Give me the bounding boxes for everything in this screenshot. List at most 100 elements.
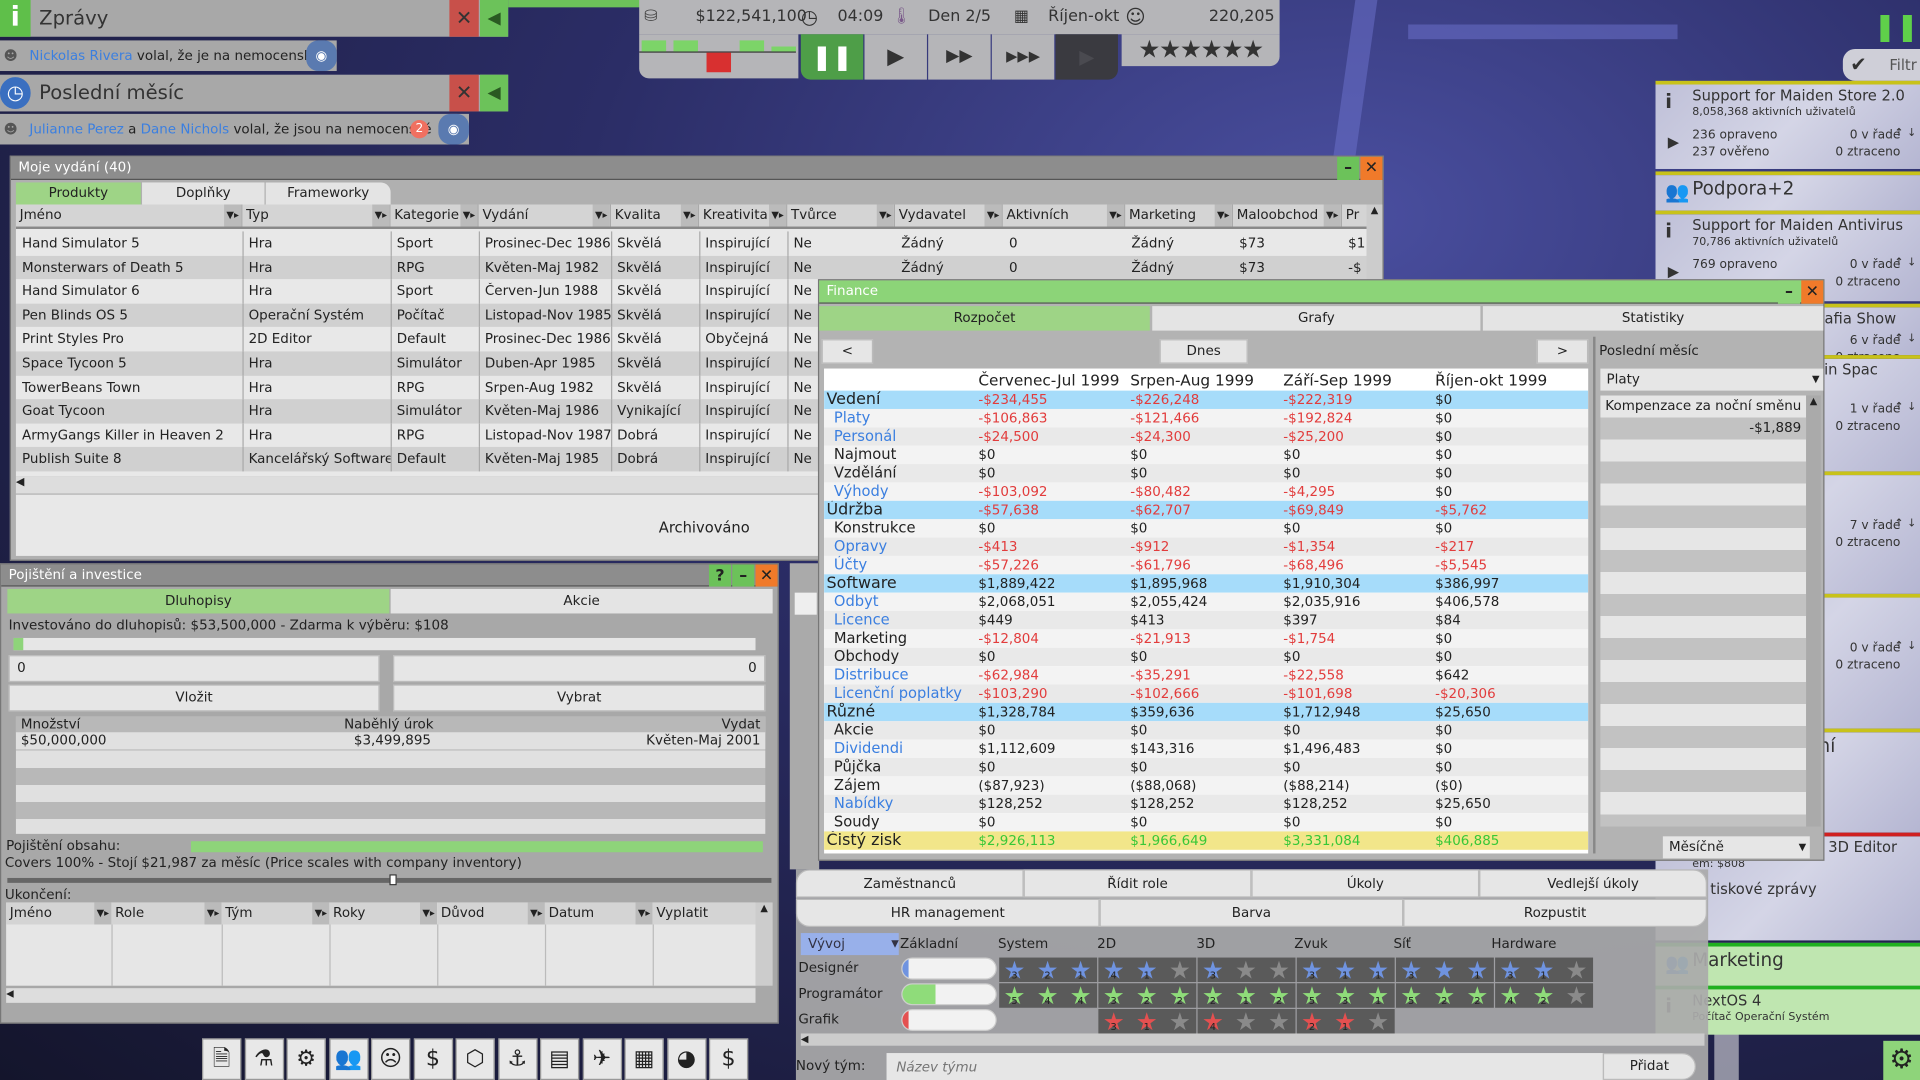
budget-row[interactable]: Zájem ($87,923) ($88,068) ($88,214) ($0) bbox=[824, 776, 1589, 795]
pause-indicator-icon[interactable]: ❚❚ bbox=[1873, 12, 1918, 43]
role-allocation-slider[interactable] bbox=[901, 983, 997, 1006]
priority-arrows-icon[interactable]: ↑ ↓ bbox=[1894, 128, 1916, 140]
tab-frameworks[interactable]: Frameworky bbox=[265, 182, 391, 205]
server-icon[interactable]: ▤ bbox=[540, 1038, 580, 1080]
filter-icon[interactable]: ▼▸ bbox=[680, 204, 698, 227]
budget-row[interactable]: Půjčka $0 $0 $0 $0 bbox=[824, 757, 1589, 777]
withdraw-button[interactable]: Vybrat bbox=[393, 684, 766, 712]
content-insurance-slider[interactable] bbox=[191, 841, 763, 853]
priority-arrows-icon[interactable]: ↑ ↓ bbox=[1894, 402, 1916, 414]
close-button[interactable]: ✕ bbox=[1801, 280, 1824, 304]
cashflow-mini-chart[interactable] bbox=[639, 34, 799, 79]
notification-message[interactable]: ☻ Nickolas Rivera volal, že je na nemoce… bbox=[0, 40, 337, 72]
withdraw-amount-input[interactable]: 0 bbox=[393, 655, 766, 683]
budget-row[interactable]: Personál -$24,500 -$24,300 -$25,200 $0 bbox=[824, 427, 1589, 446]
fast-forward-button[interactable]: ▶▶ bbox=[928, 34, 991, 80]
filter-toggle[interactable]: ✔ Filtr bbox=[1842, 48, 1920, 81]
close-icon[interactable]: ✕ bbox=[449, 74, 479, 112]
minimize-button[interactable]: – bbox=[1337, 156, 1360, 181]
horizontal-scrollbar[interactable]: ◀ bbox=[6, 988, 756, 1003]
settings-gear-icon[interactable]: ⚙ bbox=[1883, 1040, 1920, 1080]
filter-icon[interactable]: ▼▸ bbox=[1323, 204, 1341, 227]
row-label[interactable]: Licence bbox=[834, 611, 890, 629]
budget-row[interactable]: Najmout $0 $0 $0 $0 bbox=[824, 445, 1589, 465]
filter-icon[interactable]: ▼▸ bbox=[1106, 204, 1125, 227]
column-header[interactable]: Aktivních ▼▸ bbox=[1002, 204, 1126, 227]
filter-icon[interactable]: ▼▸ bbox=[94, 902, 112, 925]
staff-icon[interactable]: 👥 bbox=[328, 1038, 368, 1080]
column-header[interactable]: Jméno ▼▸ bbox=[6, 902, 112, 925]
amount-slider[interactable] bbox=[13, 637, 756, 651]
team-action-button[interactable]: Úkoly bbox=[1251, 869, 1480, 898]
archived-label[interactable]: Archivováno bbox=[659, 519, 750, 536]
role-allocation-slider[interactable] bbox=[901, 1008, 997, 1032]
team-action-button[interactable]: HR management bbox=[795, 898, 1100, 927]
next-period-button[interactable]: > bbox=[1536, 339, 1589, 364]
pause-button[interactable]: ❚❚ bbox=[800, 34, 864, 80]
budget-row[interactable]: Licenční poplatky -$103,290 -$102,666 -$101… bbox=[824, 684, 1589, 703]
minimize-button[interactable]: – bbox=[732, 564, 755, 587]
task-card[interactable]: i Support for Maiden Store 2.0 8,058,368 a… bbox=[1655, 80, 1920, 169]
priority-arrows-icon[interactable]: ↑ ↓ bbox=[1894, 519, 1916, 530]
column-header[interactable]: Role ▼▸ bbox=[111, 902, 222, 925]
budget-row[interactable]: Licence $449 $413 $397 $84 bbox=[824, 611, 1589, 630]
dollar-icon[interactable]: $ bbox=[708, 1038, 749, 1080]
today-button[interactable]: Dnes bbox=[1159, 339, 1248, 364]
close-button[interactable]: ✕ bbox=[1360, 156, 1383, 181]
row-label[interactable]: Platy bbox=[834, 409, 870, 427]
filter-icon[interactable]: ▼▸ bbox=[768, 204, 787, 227]
budget-row[interactable]: Distribuce -$62,984 -$35,291 -$22,558 $642 bbox=[824, 666, 1589, 685]
budget-row[interactable]: Dividendi $1,112,609 $143,316 $1,496,483 $0 bbox=[824, 739, 1589, 758]
person-link[interactable]: Nickolas Rivera bbox=[29, 48, 132, 64]
row-label[interactable]: Distribuce bbox=[834, 666, 909, 684]
budget-row[interactable]: Software $1,889,422 $1,895,968 $1,910,304 $3… bbox=[824, 574, 1589, 593]
close-button[interactable]: ✕ bbox=[755, 564, 778, 587]
budget-row[interactable]: Platy -$106,863 -$121,466 -$192,824 $0 bbox=[824, 408, 1589, 428]
filter-icon[interactable]: ▼▸ bbox=[372, 204, 390, 227]
filter-icon[interactable]: ▼▸ bbox=[984, 204, 1002, 227]
tab-budget[interactable]: Rozpočet bbox=[819, 306, 1150, 331]
collapse-arrow-icon[interactable]: ◀ bbox=[480, 74, 509, 112]
row-label[interactable]: Opravy bbox=[834, 538, 887, 556]
priority-arrows-icon[interactable]: ↑ ↓ bbox=[1894, 641, 1916, 653]
handshake-icon[interactable]: ✈ bbox=[582, 1038, 622, 1080]
tab-statistics[interactable]: Statistiky bbox=[1482, 306, 1824, 331]
budget-row[interactable]: Konstrukce $0 $0 $0 $0 bbox=[824, 519, 1589, 538]
add-team-button[interactable]: Přidat bbox=[1602, 1053, 1696, 1080]
budget-row[interactable]: Nabídky $128,252 $128,252 $128,252 $25,650 bbox=[824, 794, 1589, 814]
person-link[interactable]: Julianne Perez bbox=[29, 121, 123, 137]
notification-message[interactable]: ☻ Julianne Perez a Dane Nichols volal, ž… bbox=[0, 113, 469, 145]
column-header[interactable]: Kreativita ▼▸ bbox=[699, 204, 788, 227]
filter-icon[interactable]: ▼▸ bbox=[635, 902, 653, 925]
tab-addons[interactable]: Doplňky bbox=[142, 182, 265, 205]
table-row[interactable]: Monsterwars of Death 5 Hra RPG Květen-Maj 1… bbox=[15, 255, 1367, 280]
mode-dropdown[interactable]: Vývoj ▼ bbox=[800, 933, 899, 956]
filter-icon[interactable]: ▼▸ bbox=[224, 204, 242, 227]
play-icon[interactable]: ▶ bbox=[1668, 263, 1679, 280]
calendar-icon[interactable]: ▦ bbox=[624, 1038, 664, 1080]
tab-charts[interactable]: Grafy bbox=[1152, 306, 1481, 331]
budget-row[interactable]: Akcie $0 $0 $0 $0 bbox=[824, 721, 1589, 740]
column-header[interactable]: Jméno ▼▸ bbox=[15, 204, 243, 227]
team-list-item[interactable] bbox=[794, 592, 817, 615]
tab-bonds[interactable]: Dluhopisy bbox=[7, 588, 390, 614]
filter-icon[interactable]: ▼▸ bbox=[1214, 204, 1232, 227]
deposit-amount-input[interactable]: 0 bbox=[8, 655, 380, 683]
team-action-button[interactable]: Zaměstnanců bbox=[795, 869, 1024, 898]
row-label[interactable]: Licenční poplatky bbox=[834, 684, 962, 702]
minimize-button[interactable]: – bbox=[1777, 280, 1801, 304]
collapse-arrow-icon[interactable]: ◀ bbox=[480, 0, 509, 37]
budget-row[interactable]: Údržba -$57,638 -$62,707 -$69,849 -$5,762 bbox=[824, 500, 1589, 520]
window-title-bar[interactable]: Moje vydání (40) bbox=[11, 156, 1383, 181]
deposit-button[interactable]: Vložit bbox=[8, 684, 380, 712]
budget-row[interactable]: Opravy -$413 -$912 -$1,354 -$217 bbox=[824, 537, 1589, 556]
column-header[interactable]: Kvalita ▼▸ bbox=[611, 204, 700, 227]
column-header[interactable]: Marketing ▼▸ bbox=[1125, 204, 1234, 227]
bond-row[interactable]: $50,000,000 $3,499,895 Květen-Maj 2001 bbox=[15, 732, 766, 750]
tab-stocks[interactable]: Akcie bbox=[390, 588, 773, 614]
budget-row[interactable]: Obchody $0 $0 $0 $0 bbox=[824, 647, 1589, 667]
table-row[interactable]: Hand Simulator 5 Hra Sport Prosinec-Dec 198… bbox=[15, 231, 1367, 256]
priority-arrows-icon[interactable]: ↑ ↓ bbox=[1894, 258, 1916, 269]
anchor-icon[interactable]: ⚓ bbox=[497, 1038, 537, 1080]
team-name-input[interactable] bbox=[886, 1053, 1603, 1080]
